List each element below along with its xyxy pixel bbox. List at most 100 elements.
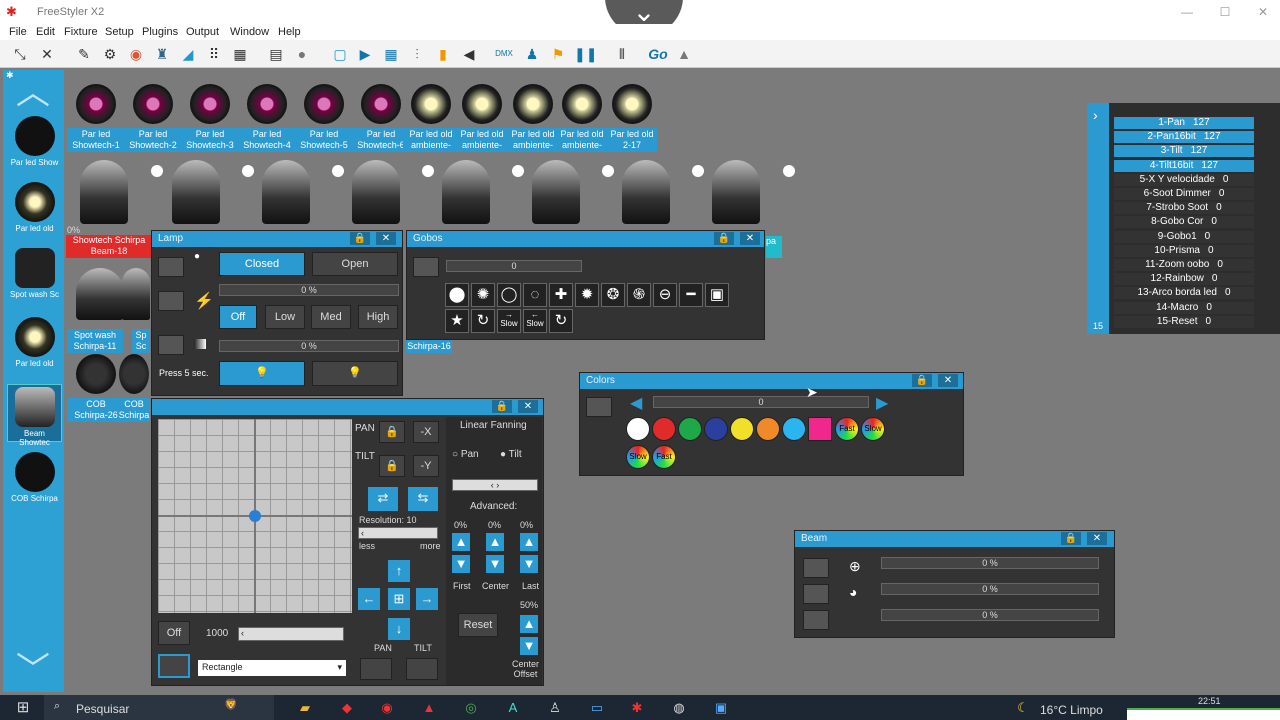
chevron-right-icon[interactable]: ›	[1093, 107, 1098, 123]
gobo-flower-icon[interactable]: ❂	[601, 283, 625, 307]
play-icon[interactable]: ▶	[355, 44, 375, 64]
reset-button[interactable]: Reset	[458, 613, 498, 637]
close-icon[interactable]: ✕	[1087, 532, 1107, 545]
channel-row[interactable]: 15-Reset 0	[1114, 315, 1254, 328]
color-prev-icon[interactable]: ◀	[630, 393, 642, 413]
go-button[interactable]: Go	[646, 44, 670, 64]
scroll-up-icon[interactable]: ︿	[13, 76, 53, 110]
center-icon[interactable]: ⊞	[388, 588, 410, 610]
selected-fixture-label[interactable]: Showtech Schirpa Beam-18	[66, 235, 152, 258]
joystick-icon[interactable]: ♟	[522, 44, 542, 64]
app-pin-icon[interactable]: ♙	[546, 699, 564, 717]
invert-y-button[interactable]: -Y	[413, 455, 439, 477]
gobo-square-icon[interactable]: ▣	[705, 283, 729, 307]
resolution-slider[interactable]: ‹	[358, 527, 438, 539]
channel-row[interactable]: 3-Tilt 127	[1114, 145, 1254, 158]
gobo-rotate-icon[interactable]: ↻	[471, 309, 495, 333]
sequence-icon[interactable]: ▦	[381, 44, 401, 64]
arrow-up-icon[interactable]: ↑	[388, 560, 410, 582]
color-wheel-icon[interactable]: ◉	[126, 44, 146, 64]
gobo-rotate-slow-right[interactable]: → Slow	[497, 309, 521, 333]
sidebar-item-par-led-show[interactable]: Par led Show	[7, 114, 62, 172]
fixture-schirpa-16[interactable]: Schirpa-16	[406, 340, 452, 353]
dmx-icon[interactable]: DMX	[494, 44, 514, 64]
mirror-icon[interactable]: ⇆	[408, 487, 438, 511]
center-down-icon[interactable]: ▼	[486, 555, 504, 573]
tilt-lock-button[interactable]: 🔒	[379, 455, 405, 477]
moving-head-icon[interactable]	[622, 160, 670, 224]
offset-up-icon[interactable]: ▲	[520, 615, 538, 633]
closed-button[interactable]: Closed	[219, 252, 305, 276]
moving-head-icon[interactable]	[712, 160, 760, 224]
document-icon[interactable]: ▢	[330, 44, 350, 64]
taskbar-search[interactable]: ⌕ Pesquisar 🦁	[44, 695, 274, 720]
moving-head-icon[interactable]	[262, 160, 310, 224]
channel-row[interactable]: 7-Strobo Soot 0	[1114, 202, 1254, 215]
fan-tilt-radio[interactable]: ● Tilt	[500, 449, 522, 460]
minimize-button[interactable]: —	[1178, 4, 1196, 20]
gobo-cross-icon[interactable]: ✚	[549, 283, 573, 307]
channel-row[interactable]: 4-Tilt16bit 127	[1114, 159, 1254, 172]
menu-fixture[interactable]: Fixture	[64, 26, 98, 38]
color-slider[interactable]: 0	[653, 396, 869, 408]
chrome-icon[interactable]: ◎	[462, 699, 480, 717]
menu-edit[interactable]: Edit	[36, 26, 55, 38]
color-swatch-6[interactable]	[782, 417, 806, 441]
speed-slider[interactable]: ‹	[238, 627, 344, 641]
gobo-rotate-2-icon[interactable]: ↻	[549, 309, 573, 333]
gobo-dots-icon[interactable]: ◌	[523, 283, 547, 307]
prism-swatch[interactable]	[803, 610, 829, 630]
fixture-cob-2[interactable]: COB Schirpa	[118, 354, 150, 422]
lock-icon[interactable]: 🔒	[714, 232, 734, 245]
lock-icon[interactable]: 🔒	[1061, 532, 1081, 545]
channel-row[interactable]: 5-X Y velocidade 0	[1114, 173, 1254, 186]
gobo-split-icon[interactable]: ⊖	[653, 283, 677, 307]
fixture-par-led-old-5[interactable]: Par led old 2-17	[607, 84, 657, 152]
matrix-icon[interactable]: ▦	[230, 44, 250, 64]
fan-pan-radio[interactable]: ○ Pan	[452, 449, 479, 460]
notification-toast[interactable]	[1127, 708, 1280, 720]
channel-row[interactable]: 11-Zoom oobo 0	[1114, 259, 1254, 271]
swap-icon[interactable]: ⇄	[368, 487, 398, 511]
arrow-right-icon[interactable]: →	[416, 588, 438, 610]
fixture-par-led-2[interactable]: Par led Showtech-2	[124, 84, 182, 152]
zoom-slider[interactable]: 0 %	[881, 557, 1099, 569]
gobo-rotate-slow-left[interactable]: ← Slow	[523, 309, 547, 333]
channel-row[interactable]: 12-Rainbow 0	[1114, 273, 1254, 286]
gobo-open-icon[interactable]: ⬤	[445, 283, 469, 307]
last-down-icon[interactable]: ▼	[520, 555, 538, 573]
lock-icon[interactable]: 🔒	[912, 374, 932, 387]
pan-tilt-off-button[interactable]: Off	[158, 621, 190, 645]
sidebar-item-spot-wash[interactable]: Spot wash Sc	[7, 246, 62, 304]
channel-row[interactable]: 9-Gobo1 0	[1114, 230, 1254, 243]
color-fast-reverse-button[interactable]: Fast	[652, 445, 676, 469]
gobo-star-icon[interactable]: ★	[445, 309, 469, 333]
center-up-icon[interactable]: ▲	[486, 533, 504, 551]
menu-output[interactable]: Output	[186, 26, 219, 38]
beam-icon[interactable]: ◀	[459, 44, 479, 64]
pan-toggle-button[interactable]	[360, 658, 392, 680]
shape-select[interactable]: Rectangle ▾	[198, 660, 346, 676]
color-slow-reverse-button[interactable]: Slow	[626, 445, 650, 469]
brave-icon[interactable]: ◆	[338, 699, 356, 717]
high-button[interactable]: High	[358, 305, 398, 329]
menu-setup[interactable]: Setup	[105, 26, 134, 38]
med-button[interactable]: Med	[311, 305, 351, 329]
fixture-spot-wash-2[interactable]: Sp Sc	[132, 325, 150, 353]
fan-slider[interactable]: ‹ ›	[452, 479, 538, 491]
strobe-slider[interactable]: 0 %	[219, 284, 399, 296]
fixture-par-led-old-3[interactable]: Par led old ambiente-	[506, 84, 560, 152]
invert-x-button[interactable]: -X	[413, 421, 439, 443]
fixture-par-led-5[interactable]: Par led Showtech-5	[295, 84, 353, 152]
spot-icon[interactable]: ♜	[152, 44, 172, 64]
gobo-wheel-icon[interactable]: ⚙	[100, 44, 120, 64]
moving-head-icon[interactable]	[352, 160, 400, 224]
unlink-icon[interactable]: ✕	[37, 44, 57, 64]
warning-icon[interactable]: ▲	[674, 44, 694, 64]
lamp-swatch-1[interactable]	[158, 257, 184, 277]
close-icon[interactable]: ✕	[376, 232, 396, 245]
color-swatch-7[interactable]	[808, 417, 832, 441]
color-swatch-3[interactable]	[704, 417, 728, 441]
moving-head-icon[interactable]	[442, 160, 490, 224]
color-fast-button[interactable]: Fast	[835, 417, 859, 441]
